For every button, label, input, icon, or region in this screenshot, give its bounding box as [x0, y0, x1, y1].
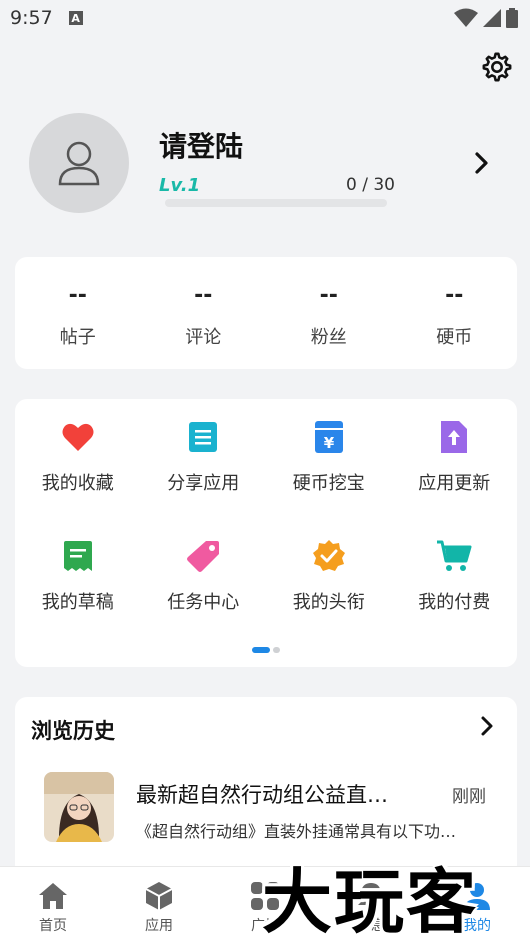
level-badge: Lv.1: [159, 175, 201, 196]
menu-label: 应用更新: [418, 473, 491, 494]
menu-task-center[interactable]: 任务中心: [141, 538, 267, 657]
cart-icon: [436, 538, 472, 574]
menu-titles[interactable]: 我的头衔: [266, 538, 392, 657]
pager-dot-active[interactable]: [252, 647, 270, 653]
badge-check-icon: [311, 538, 347, 574]
stat-posts[interactable]: -- 帖子: [15, 257, 141, 369]
stat-label: 粉丝: [310, 327, 347, 348]
stat-label: 评论: [185, 327, 222, 348]
nav-home[interactable]: 首页: [0, 867, 106, 943]
tag-icon: [185, 538, 221, 574]
login-prompt[interactable]: 请登陆: [159, 125, 243, 165]
stat-value: --: [68, 283, 87, 308]
menu-drafts[interactable]: 我的草稿: [15, 538, 141, 657]
menu-label: 我的草稿: [41, 592, 114, 613]
history-item-title: 最新超自然行动组公益直…: [136, 783, 388, 807]
menu-payments[interactable]: 我的付费: [392, 538, 518, 657]
menu-favorites[interactable]: 我的收藏: [15, 419, 141, 538]
avatar[interactable]: [29, 113, 129, 213]
menu-label: 分享应用: [167, 473, 240, 494]
menu-coin-treasure[interactable]: ¥ 硬币挖宝: [266, 419, 392, 538]
draft-icon: [60, 538, 96, 574]
yen-box-icon: ¥: [311, 419, 347, 455]
stat-coins[interactable]: -- 硬币: [392, 257, 518, 369]
stat-value: --: [445, 283, 464, 308]
battery-icon: [506, 8, 518, 28]
exp-text: 0 / 30: [346, 175, 395, 195]
wifi-icon: [454, 8, 478, 27]
nav-label: 应用: [145, 918, 173, 934]
nav-label: 首页: [39, 918, 67, 934]
svg-text:¥: ¥: [324, 434, 335, 452]
menu-label: 我的头衔: [292, 592, 365, 613]
menu-label: 我的付费: [418, 592, 491, 613]
menu-pager[interactable]: [15, 647, 517, 653]
history-thumbnail: [44, 772, 114, 842]
upload-file-icon: [436, 419, 472, 455]
menu-label: 任务中心: [167, 592, 240, 613]
signal-icon: [483, 9, 501, 27]
stat-label: 硬币: [436, 327, 473, 348]
home-icon: [37, 880, 69, 912]
stat-value: --: [319, 283, 338, 308]
status-icons: [454, 8, 518, 28]
document-icon: [185, 419, 221, 455]
cube-icon: [143, 880, 175, 912]
stats-card: -- 帖子 -- 评论 -- 粉丝 -- 硬币: [15, 257, 517, 369]
user-placeholder-icon: [58, 141, 100, 186]
history-item-description: 《超自然行动组》直装外挂通常具有以下功…: [136, 822, 457, 841]
stat-fans[interactable]: -- 粉丝: [266, 257, 392, 369]
menu-label: 我的收藏: [41, 473, 114, 494]
pager-dot[interactable]: [273, 647, 280, 653]
watermark-logo: 大玩客: [262, 861, 478, 943]
menu-card: 我的收藏 分享应用 ¥ 硬币挖宝 应用更新 我的草稿 任务中心 我的头衔 我的付…: [15, 399, 517, 667]
history-title: 浏览历史: [31, 719, 115, 743]
stat-label: 帖子: [59, 327, 96, 348]
status-time: 9:57: [10, 7, 53, 29]
nav-apps[interactable]: 应用: [106, 867, 212, 943]
profile-chevron-right-icon[interactable]: [470, 150, 492, 176]
settings-gear-icon[interactable]: [480, 50, 514, 84]
menu-share-app[interactable]: 分享应用: [141, 419, 267, 538]
stat-value: --: [194, 283, 213, 308]
notification-a-icon: A: [68, 11, 83, 25]
heart-icon: [60, 419, 96, 455]
history-item-time: 刚刚: [452, 787, 486, 807]
exp-progress-bar: [165, 199, 387, 207]
history-chevron-right-icon[interactable]: [479, 715, 495, 737]
menu-label: 硬币挖宝: [292, 473, 365, 494]
menu-app-update[interactable]: 应用更新: [392, 419, 518, 538]
status-bar: 9:57 A: [0, 0, 530, 36]
stat-comments[interactable]: -- 评论: [141, 257, 267, 369]
